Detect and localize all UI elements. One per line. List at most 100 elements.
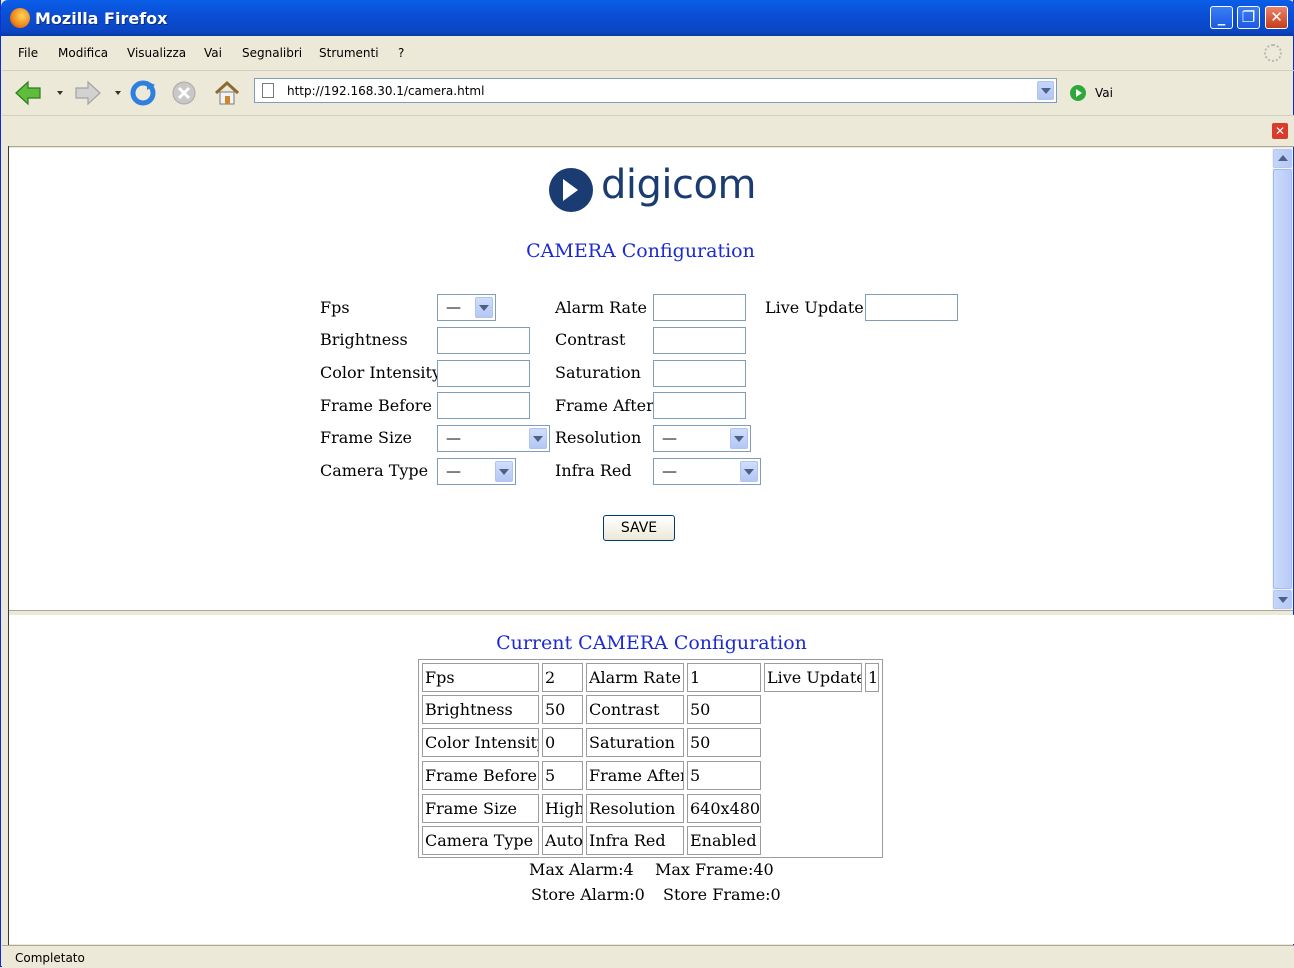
forward-dropdown-icon[interactable] <box>115 91 121 95</box>
reload-icon[interactable] <box>129 80 157 106</box>
minimize-icon: _ <box>1217 8 1226 26</box>
table-cell: Frame Before <box>422 761 539 790</box>
table-cell: 5 <box>542 761 583 790</box>
go-icon[interactable] <box>1070 85 1086 101</box>
table-cell: Frame Size <box>422 794 539 823</box>
go-button-label[interactable]: Vai <box>1095 86 1113 100</box>
chevron-down-icon <box>495 461 513 482</box>
table-cell: Frame After <box>586 761 684 790</box>
label-frame-after: Frame After <box>555 396 654 415</box>
status-text: Completato <box>15 951 85 965</box>
table-cell: Color Intensity <box>422 728 539 757</box>
chevron-up-icon <box>1278 155 1288 161</box>
chevron-down-icon <box>730 428 748 449</box>
label-brightness: Brightness <box>320 330 408 349</box>
chevron-down-icon <box>1041 88 1051 94</box>
menu-help[interactable]: ? <box>398 46 404 60</box>
stop-icon[interactable] <box>170 80 198 106</box>
camera-type-select-value: — <box>446 462 461 480</box>
chevron-down-icon <box>529 428 547 449</box>
frame-size-select[interactable]: — <box>437 425 550 452</box>
throbber-icon <box>1264 44 1282 62</box>
menu-visualizza[interactable]: Visualizza <box>127 46 186 60</box>
infra-red-select[interactable]: — <box>653 458 761 485</box>
table-cell: Camera Type <box>422 826 539 855</box>
max-alarm-text: Max Alarm:4 <box>529 860 634 879</box>
menu-bar: File Modifica Visualizza Vai Segnalibri … <box>2 36 1294 71</box>
title-bar[interactable]: Mozilla Firefox _ ❐ ✕ <box>1 0 1294 36</box>
url-text[interactable]: http://192.168.30.1/camera.html <box>287 84 484 98</box>
brightness-input[interactable] <box>437 327 530 354</box>
info-bar: ✕ <box>2 116 1294 147</box>
digicom-logo-icon <box>549 168 593 212</box>
store-alarm-text: Store Alarm:0 <box>531 885 645 904</box>
url-dropdown-button[interactable] <box>1037 81 1054 100</box>
table-cell: 50 <box>687 695 761 724</box>
live-update-input[interactable] <box>865 294 958 321</box>
table-cell: 0 <box>542 728 583 757</box>
scroll-down-button[interactable] <box>1273 590 1292 609</box>
label-alarm-rate: Alarm Rate <box>555 298 647 317</box>
table-cell: Infra Red <box>586 826 684 855</box>
contrast-input[interactable] <box>653 327 746 354</box>
close-icon: ✕ <box>1270 8 1283 26</box>
form-title: CAMERA Configuration <box>526 240 755 262</box>
save-button[interactable]: SAVE <box>603 515 675 541</box>
label-live-update: Live Update <box>765 298 864 317</box>
table-cell: High <box>542 794 583 823</box>
menu-vai[interactable]: Vai <box>204 46 222 60</box>
chevron-down-icon <box>475 297 493 318</box>
frame-after-input[interactable] <box>653 392 746 419</box>
status-bar: Completato <box>2 945 1294 968</box>
firefox-icon <box>10 8 30 28</box>
vertical-scrollbar[interactable] <box>1272 148 1293 610</box>
menu-modifica[interactable]: Modifica <box>58 46 108 60</box>
label-camera-type: Camera Type <box>320 461 429 480</box>
minimize-button[interactable]: _ <box>1210 6 1233 29</box>
page-icon <box>262 83 274 98</box>
table-cell: 50 <box>687 728 761 757</box>
table-cell: 5 <box>687 761 761 790</box>
label-frame-before: Frame Before <box>320 396 432 415</box>
chevron-down-icon <box>740 461 758 482</box>
scroll-up-button[interactable] <box>1273 149 1292 168</box>
logo-text: digicom <box>601 162 756 208</box>
address-bar[interactable]: http://192.168.30.1/camera.html <box>254 78 1057 103</box>
alarm-rate-input[interactable] <box>653 294 746 321</box>
frame-before-input[interactable] <box>437 392 530 419</box>
menu-segnalibri[interactable]: Segnalibri <box>242 46 302 60</box>
table-cell: Enabled <box>687 826 761 855</box>
label-frame-size: Frame Size <box>320 428 412 447</box>
camera-type-select[interactable]: — <box>437 458 516 485</box>
infra-red-select-value: — <box>662 462 677 480</box>
back-dropdown-icon[interactable] <box>57 91 63 95</box>
color-intensity-input[interactable] <box>437 360 530 387</box>
table-cell: 1 <box>865 663 879 692</box>
table-cell: Auto <box>542 826 583 855</box>
home-icon[interactable] <box>213 80 241 106</box>
frame-size-select-value: — <box>446 429 461 447</box>
menu-strumenti[interactable]: Strumenti <box>319 46 379 60</box>
label-contrast: Contrast <box>555 330 626 349</box>
table-cell: 1 <box>687 663 761 692</box>
forward-arrow-icon[interactable] <box>74 80 102 106</box>
restore-icon: ❐ <box>1241 8 1256 26</box>
current-config-frame: Current CAMERA Configuration Fps 2 Alarm… <box>9 615 1294 944</box>
close-button[interactable]: ✕ <box>1265 6 1288 29</box>
current-config-title: Current CAMERA Configuration <box>496 632 807 654</box>
label-fps: Fps <box>320 298 350 317</box>
scroll-thumb[interactable] <box>1273 169 1292 589</box>
saturation-input[interactable] <box>653 360 746 387</box>
table-cell: Alarm Rate <box>586 663 684 692</box>
store-frame-text: Store Frame:0 <box>663 885 781 904</box>
fps-select[interactable]: — <box>437 294 496 321</box>
menu-file[interactable]: File <box>18 46 38 60</box>
back-arrow-icon[interactable] <box>14 80 42 106</box>
label-saturation: Saturation <box>555 363 641 382</box>
maximize-button[interactable]: ❐ <box>1237 6 1260 29</box>
resolution-select[interactable]: — <box>653 425 751 452</box>
table-cell: Live Update <box>764 663 862 692</box>
table-cell: 640x480 <box>687 794 761 823</box>
infobar-close-icon[interactable]: ✕ <box>1272 123 1288 139</box>
frame-border <box>1 146 9 946</box>
